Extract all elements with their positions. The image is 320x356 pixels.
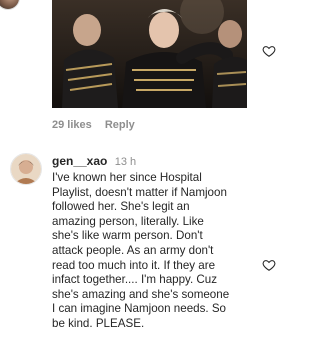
comment-line: followed her. She's legit an bbox=[52, 200, 190, 214]
commenter-avatar[interactable] bbox=[10, 153, 42, 185]
comment-line: amazing person, literally. Like bbox=[52, 214, 204, 228]
comment-text: I've known her since Hospital Playlist, … bbox=[52, 171, 256, 332]
comment-gif-image[interactable] bbox=[52, 0, 247, 108]
comment-timestamp[interactable]: 13 h bbox=[115, 156, 136, 168]
comment-line: attack people. As an army don't bbox=[52, 243, 214, 257]
top-commenter-avatar[interactable] bbox=[0, 0, 20, 10]
like-comment-heart-icon[interactable] bbox=[262, 44, 276, 58]
comment-header: gen__xao 13 h bbox=[52, 154, 256, 170]
gif-still-graphic bbox=[52, 0, 247, 108]
top-comment-meta: 29 likes Reply bbox=[52, 119, 145, 131]
comment-line: I've known her since Hospital bbox=[52, 171, 202, 184]
likes-count[interactable]: 29 likes bbox=[52, 119, 92, 131]
comment-line: infact together.... I'm happy. Cuz bbox=[52, 273, 218, 287]
comment-line: she's amazing and she's someone bbox=[52, 287, 230, 301]
comment-line: she's like warm person. Don't bbox=[52, 229, 203, 243]
like-comment-heart-icon[interactable] bbox=[262, 258, 276, 272]
comment-line: read too much into it. If they are bbox=[52, 258, 216, 272]
comment-line: be kind. PLEASE. bbox=[52, 316, 145, 330]
comment-body: gen__xao 13 h I've known her since Hospi… bbox=[52, 154, 256, 332]
reply-button[interactable]: Reply bbox=[105, 119, 135, 131]
comment-username[interactable]: gen__xao bbox=[52, 154, 107, 168]
comment-line: Playlist, doesn't matter if Namjoon bbox=[52, 185, 227, 199]
comment-line: I can imagine Namjoon needs. So bbox=[52, 302, 227, 316]
